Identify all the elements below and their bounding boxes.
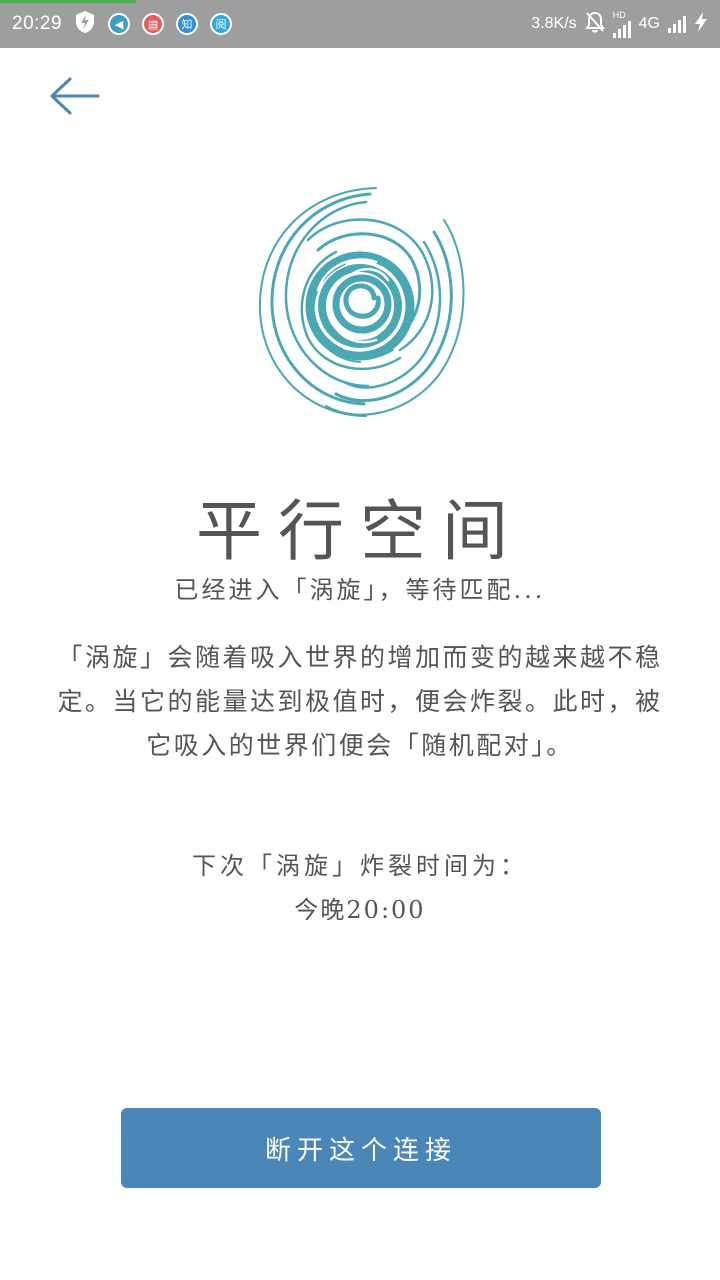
- status-progress-bar: [0, 0, 136, 3]
- signal-icon-1: [612, 20, 631, 38]
- status-right: 3.8K/s HD 4G: [531, 9, 708, 38]
- back-button[interactable]: [44, 72, 104, 120]
- shield-bolt-icon: [74, 10, 96, 39]
- network-speed: 3.8K/s: [531, 15, 577, 32]
- next-burst-time: 今晚20:00: [294, 896, 426, 924]
- disconnect-button[interactable]: 断开这个连接: [121, 1108, 601, 1188]
- hd-signal: HD: [612, 9, 631, 38]
- status-subtitle: 已经进入「涡旋」，等待匹配...: [174, 576, 546, 604]
- app-icon-1: ◀: [108, 13, 131, 35]
- bell-off-icon: [584, 11, 605, 38]
- app-icon-zhi: 知: [176, 13, 199, 35]
- signal-icon-2: [668, 15, 686, 33]
- page-title: 平行空间: [196, 493, 524, 570]
- app-icon-2: ▤: [142, 13, 165, 35]
- vortex-description: 「涡旋」会随着吸入世界的增加而变的越来越不稳定。当它的能量达到极值时，便会炸裂。…: [57, 643, 663, 760]
- app-icon-blue: 阅: [210, 13, 233, 35]
- charging-icon: [694, 11, 708, 38]
- next-burst-label: 下次「涡旋」炸裂时间为：: [192, 852, 528, 880]
- status-left: 20:29 ◀ ▤ 知 阅: [12, 10, 233, 39]
- hd-label: HD: [612, 9, 626, 20]
- status-time: 20:29: [12, 13, 63, 34]
- arrow-left-icon: [50, 77, 100, 115]
- vortex-logo: [258, 187, 465, 417]
- status-bar: 20:29 ◀ ▤ 知 阅 3.8K/s HD 4G: [0, 0, 720, 48]
- network-type: 4G: [638, 15, 660, 32]
